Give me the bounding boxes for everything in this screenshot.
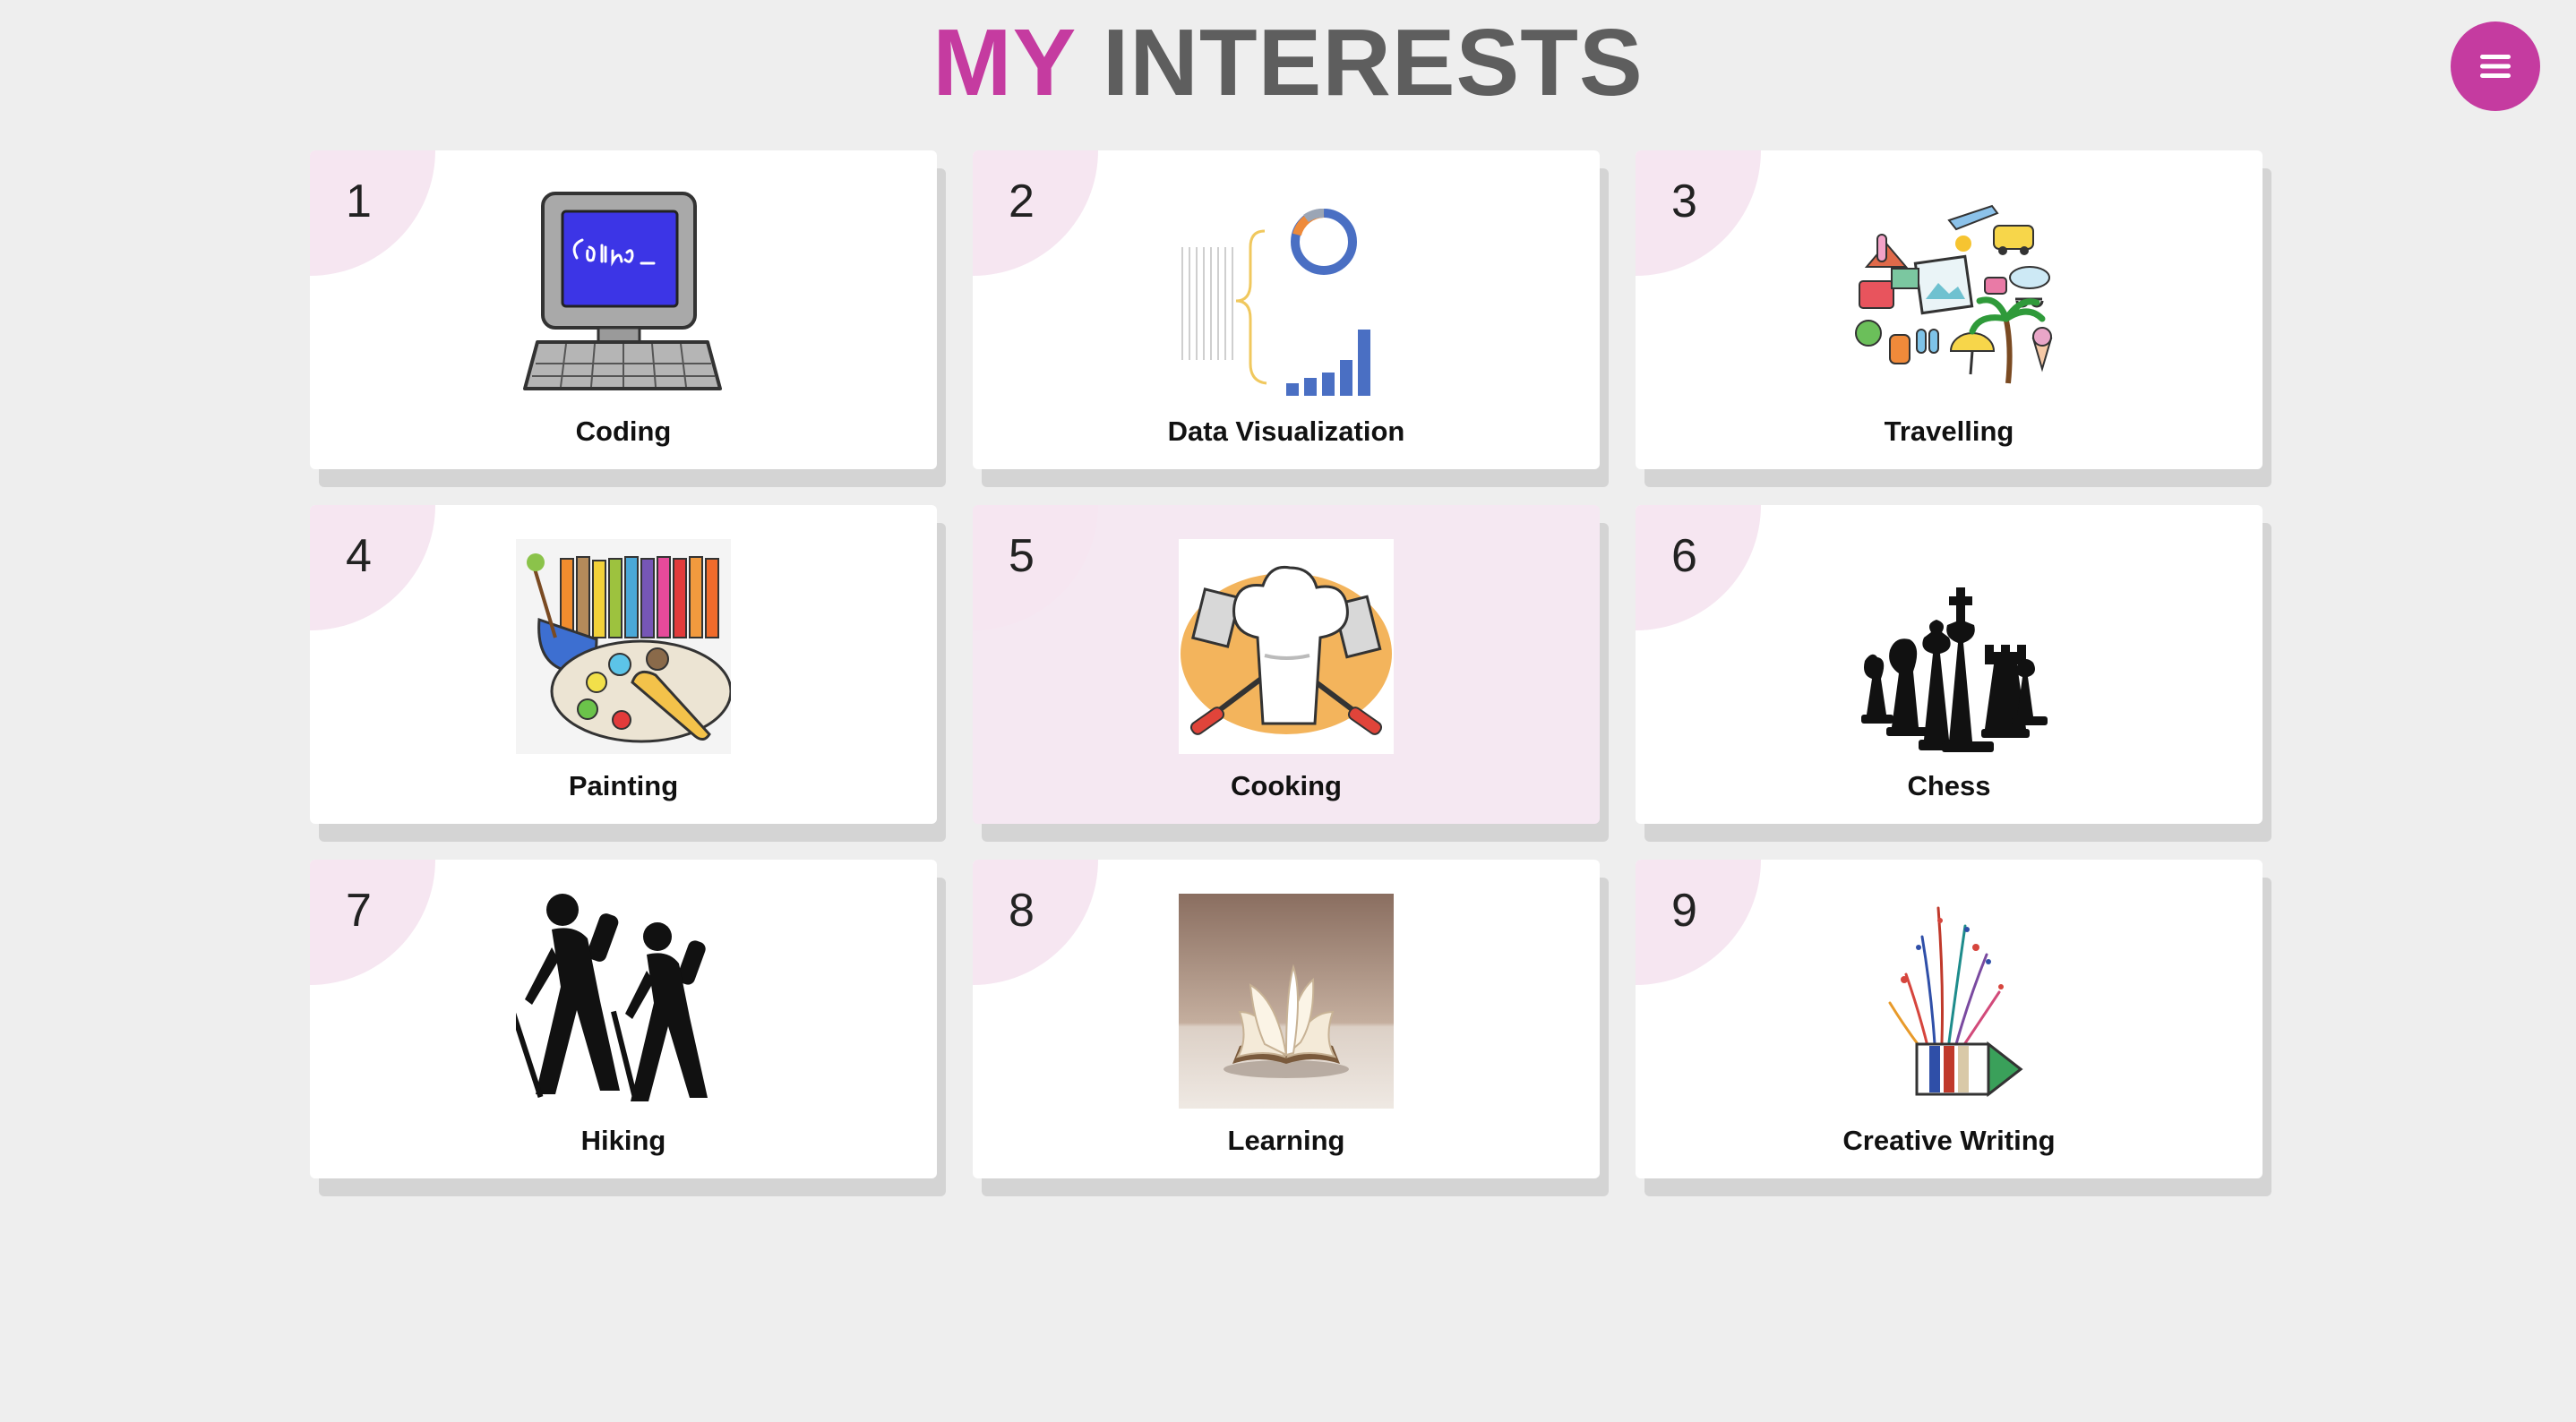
card-image: [1179, 894, 1394, 1109]
card-number: 7: [346, 885, 372, 937]
card-corner-accent: [973, 505, 1098, 630]
card-label: Data Visualization: [1167, 415, 1405, 447]
card-image: [516, 539, 731, 754]
card-number: 2: [1009, 176, 1035, 227]
card-image: [1842, 894, 2057, 1109]
interest-card-travelling[interactable]: 3 Travelling: [1636, 150, 2263, 469]
interest-card-chess[interactable]: 6 Chess: [1636, 505, 2263, 824]
computer-coding-icon: [523, 192, 722, 390]
card-image: [516, 894, 731, 1109]
interest-card-learning[interactable]: 8 Learning: [973, 860, 1600, 1178]
card-corner-accent: [310, 505, 435, 630]
paint-palette-icon: [516, 539, 731, 754]
card-label: Travelling: [1884, 415, 2014, 447]
card-number: 8: [1009, 885, 1035, 937]
card-label: Coding: [575, 415, 672, 447]
card-label: Learning: [1227, 1125, 1345, 1156]
card-label: Chess: [1907, 770, 1991, 801]
pen-splash-icon: [1888, 906, 2023, 1098]
card-label: Painting: [568, 770, 679, 801]
interest-card-creative-writing[interactable]: 9 Creative Writing: [1636, 860, 2263, 1178]
card-corner-accent: [310, 860, 435, 985]
card-image: [1179, 539, 1394, 754]
interest-card-painting[interactable]: 4 Painting: [310, 505, 937, 824]
card-corner-accent: [1636, 860, 1761, 985]
card-number: 5: [1009, 530, 1035, 582]
card-label: Hiking: [580, 1125, 666, 1156]
data-visualization-icon: [1181, 209, 1370, 396]
card-number: 1: [346, 176, 372, 227]
card-corner-accent: [310, 150, 435, 276]
card-number: 9: [1671, 885, 1697, 937]
card-image: [516, 184, 731, 399]
menu-button[interactable]: [2451, 21, 2540, 111]
interest-card-coding[interactable]: 1 Coding: [310, 150, 937, 469]
card-image: [1842, 184, 2057, 399]
page-title-accent: MY: [932, 10, 1076, 116]
card-label: Creative Writing: [1842, 1125, 2056, 1156]
hikers-icon: [516, 894, 708, 1101]
card-number: 4: [346, 530, 372, 582]
card-corner-accent: [1636, 150, 1761, 276]
card-corner-accent: [973, 860, 1098, 985]
hamburger-menu-icon: [2480, 55, 2511, 78]
interest-card-data-visualization[interactable]: 2 Data Visualization: [973, 150, 1600, 469]
card-number: 3: [1671, 176, 1697, 227]
card-image: [1179, 184, 1394, 399]
interest-card-cooking[interactable]: 5 Cooking: [973, 505, 1600, 824]
card-corner-accent: [1636, 505, 1761, 630]
travel-collage-icon: [1855, 204, 2053, 384]
open-book-icon: [1179, 894, 1394, 1109]
card-number: 6: [1671, 530, 1697, 582]
chef-hat-icon: [1179, 539, 1394, 754]
card-image: [1842, 539, 2057, 754]
card-label: Cooking: [1231, 770, 1342, 801]
interest-card-hiking[interactable]: 7 Hiking: [310, 860, 937, 1178]
page-title-main: INTERESTS: [1102, 10, 1644, 116]
interests-grid: 1 Coding 2 Data Visualization 3 Travelli…: [310, 150, 2263, 1178]
chess-pieces-icon: [1861, 587, 2048, 752]
card-corner-accent: [973, 150, 1098, 276]
page-title: MY INTERESTS: [0, 9, 2576, 116]
